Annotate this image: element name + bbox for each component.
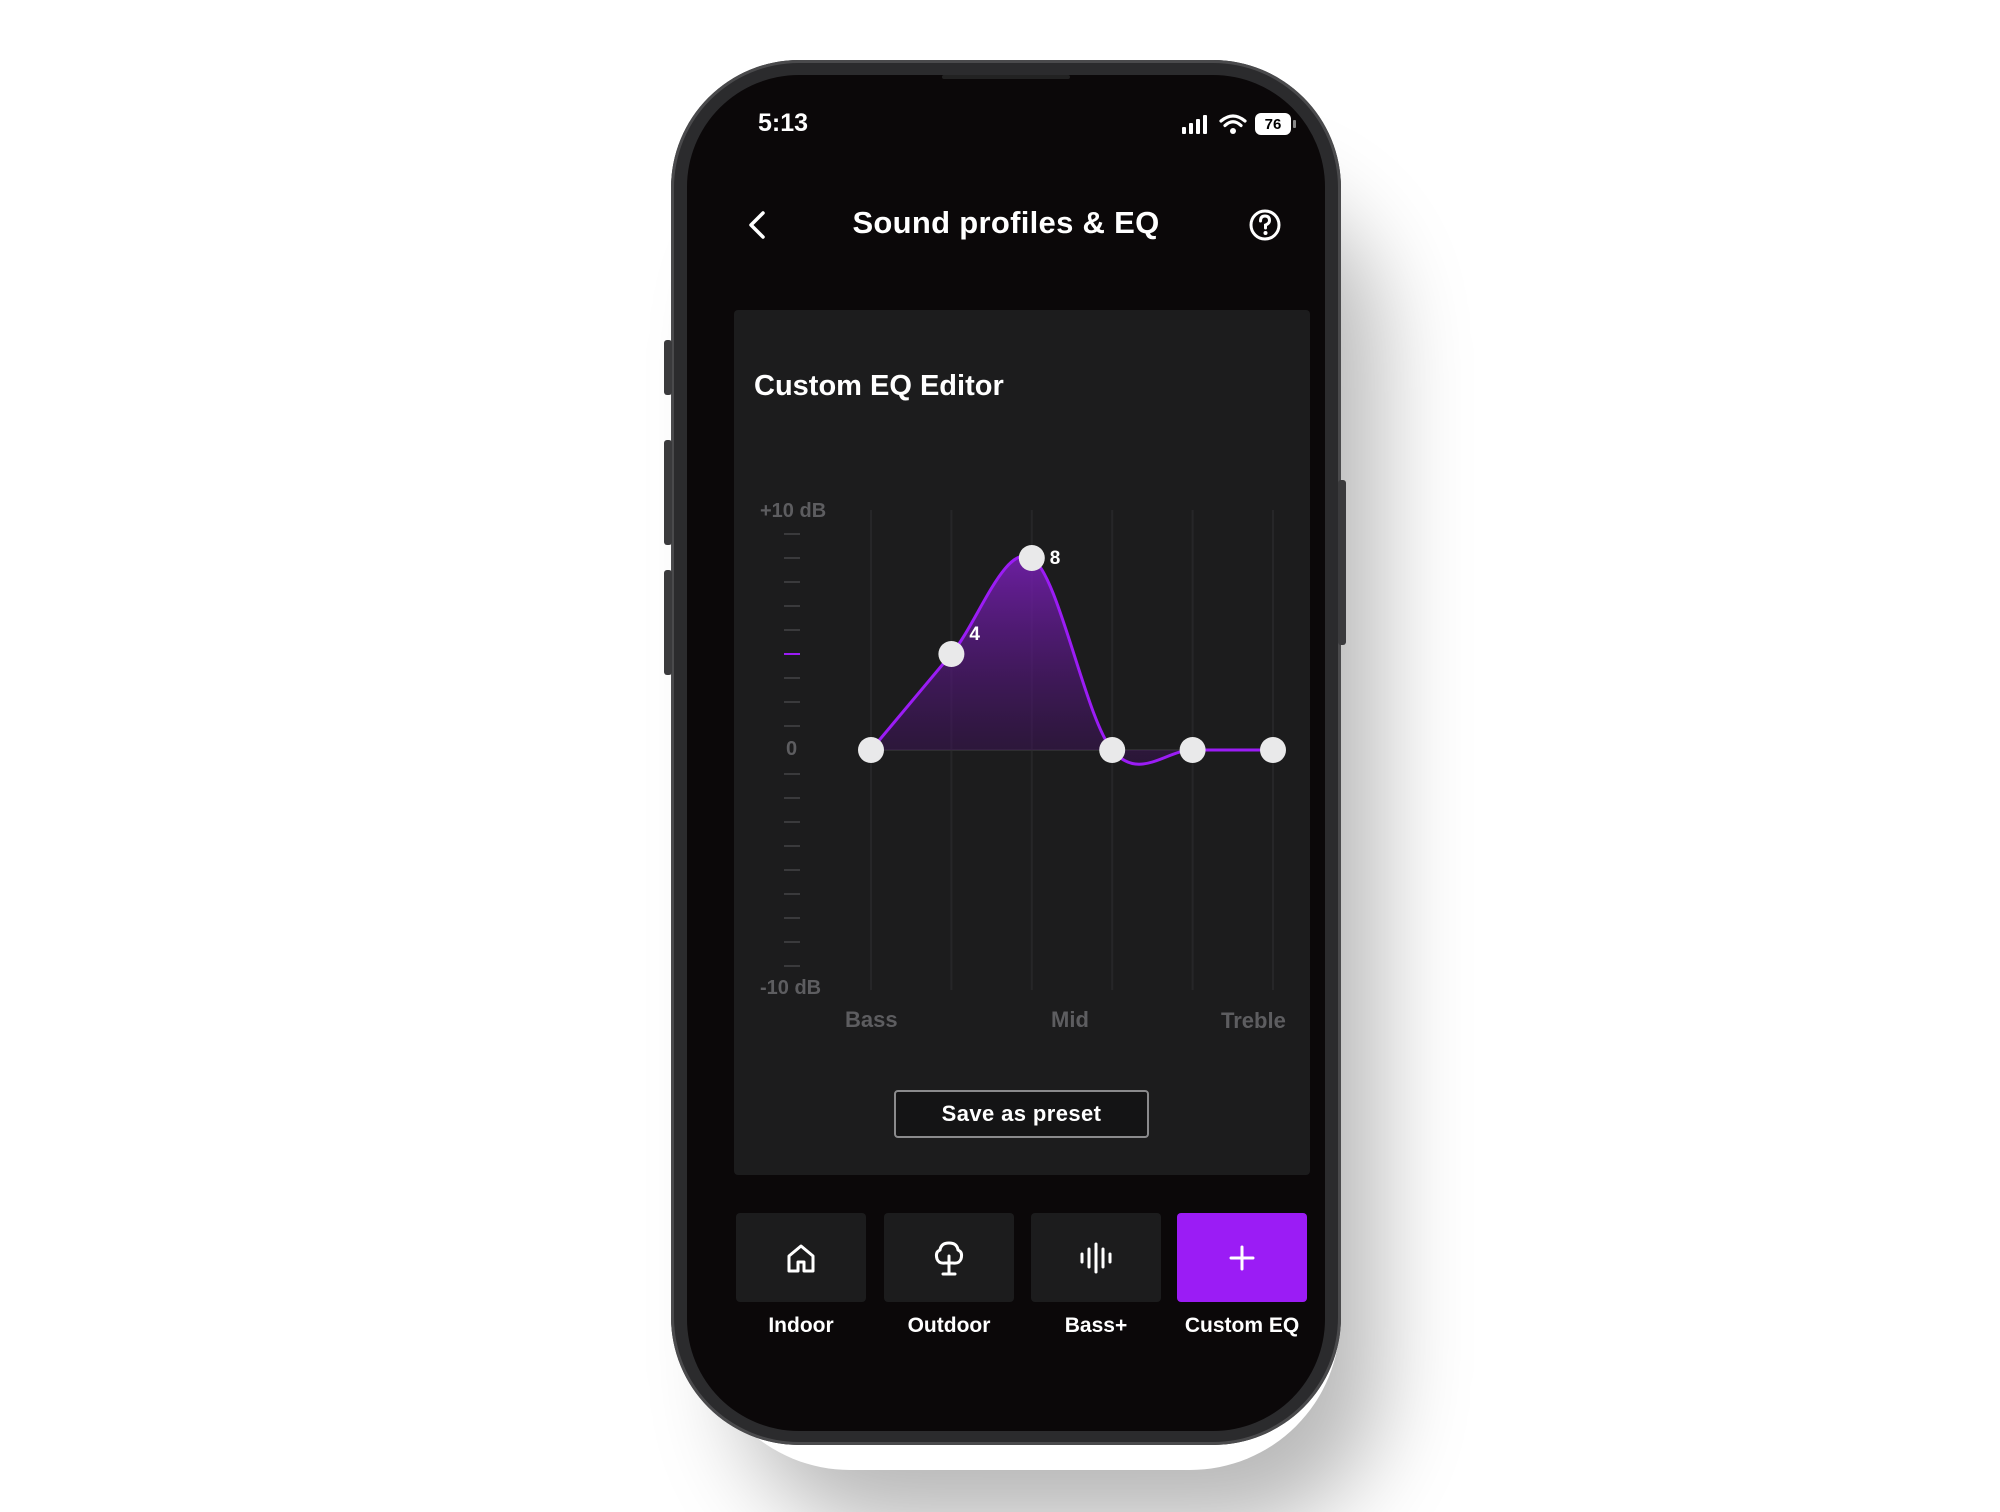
battery-icon: 76 bbox=[1255, 113, 1296, 135]
preset-tile[interactable] bbox=[736, 1213, 866, 1302]
preset-outdoor[interactable]: Outdoor bbox=[884, 1213, 1014, 1338]
preset-tile[interactable] bbox=[884, 1213, 1014, 1302]
preset-label: Bass+ bbox=[1064, 1314, 1128, 1337]
volume-up-button bbox=[664, 440, 672, 545]
preset-tile[interactable] bbox=[1177, 1213, 1307, 1302]
battery-level: 76 bbox=[1264, 115, 1282, 133]
eq-value-label: 4 bbox=[969, 624, 980, 645]
eq-curve-fill bbox=[871, 555, 1273, 765]
power-button bbox=[1338, 480, 1346, 645]
preset-indoor[interactable]: Indoor bbox=[736, 1213, 866, 1338]
tree-icon bbox=[934, 1241, 964, 1275]
preset-tile[interactable] bbox=[1031, 1213, 1161, 1302]
plus-icon bbox=[1229, 1245, 1255, 1270]
phone-screen: 5:13 76 Sound profiles & EQ Custom EQ Ed… bbox=[687, 75, 1325, 1431]
eq-band-handle[interactable] bbox=[938, 641, 965, 667]
preset-custom-eq[interactable]: Custom EQ bbox=[1177, 1213, 1307, 1338]
wifi-icon bbox=[1219, 114, 1247, 134]
preset-label: Custom EQ bbox=[1184, 1314, 1300, 1337]
waveform-icon bbox=[1080, 1242, 1112, 1273]
eq-band-handle[interactable] bbox=[1260, 737, 1286, 763]
dynamic-island bbox=[942, 75, 1070, 79]
preset-bar: Indoor Outdoor Bass+ Custom EQ bbox=[736, 1213, 1312, 1343]
save-as-preset-button[interactable]: Save as preset bbox=[894, 1090, 1149, 1138]
x-axis-label-bass: Bass bbox=[845, 1007, 898, 1032]
help-icon[interactable] bbox=[1245, 205, 1285, 245]
preset-label: Outdoor bbox=[907, 1314, 991, 1337]
eq-chart[interactable]: 48 bbox=[734, 310, 1310, 1070]
mute-switch bbox=[664, 340, 672, 395]
volume-down-button bbox=[664, 570, 672, 675]
cellular-signal-icon bbox=[1182, 115, 1207, 134]
preset-bass-plus[interactable]: Bass+ bbox=[1031, 1213, 1161, 1338]
x-axis-label-mid: Mid bbox=[1051, 1007, 1089, 1032]
eq-editor-card: Custom EQ Editor +10 dB 0 -10 dB 48 Bass… bbox=[734, 310, 1310, 1175]
eq-value-label: 8 bbox=[1050, 548, 1061, 569]
eq-band-handle[interactable] bbox=[1179, 737, 1206, 763]
status-icons: 76 bbox=[1181, 113, 1296, 135]
page-title: Sound profiles & EQ bbox=[852, 205, 1160, 240]
x-axis-label-treble: Treble bbox=[1221, 1008, 1286, 1033]
eq-band-handle[interactable] bbox=[1018, 545, 1045, 571]
status-time: 5:13 bbox=[758, 109, 809, 137]
eq-band-handle[interactable] bbox=[858, 737, 884, 763]
home-icon bbox=[787, 1244, 815, 1272]
eq-band-handle[interactable] bbox=[1099, 737, 1126, 763]
preset-label: Indoor bbox=[768, 1314, 834, 1337]
